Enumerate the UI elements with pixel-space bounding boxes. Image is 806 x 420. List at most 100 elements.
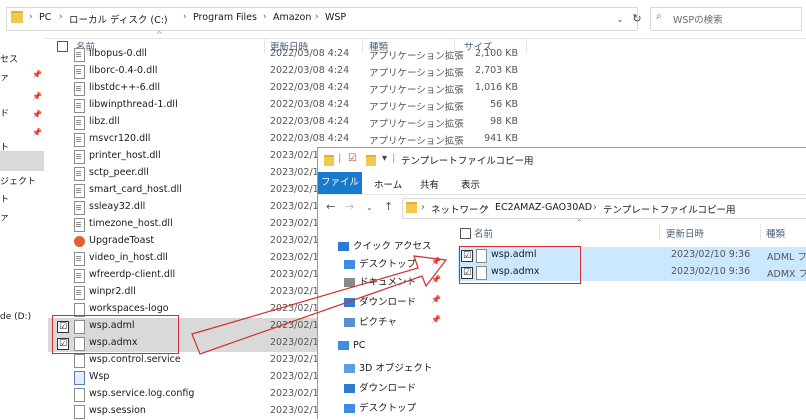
column-type[interactable]: 種類	[766, 226, 785, 240]
file-row[interactable]: wsp.session 2023/02/1(	[48, 403, 338, 420]
breadcrumb-wsp[interactable]: WSP	[325, 12, 346, 23]
dll-file-icon	[74, 184, 85, 198]
file-name: wsp.control.service	[89, 354, 181, 365]
file-name: wsp.service.log.config	[89, 388, 195, 399]
search-input[interactable]: ⌕ WSPの検索	[650, 7, 802, 31]
file-date: 2023/02/1(	[270, 354, 323, 365]
breadcrumb-pc[interactable]: PC	[39, 12, 51, 23]
file-name: libstdc++-6.dll	[89, 82, 160, 93]
breadcrumb-local-disk[interactable]: ローカル ディスク (C:)	[69, 12, 168, 26]
file-row[interactable]: winpr2.dll 2023/02/1(	[48, 284, 338, 301]
quick-access-toolbar-dropdown[interactable]: ▾	[382, 153, 387, 164]
download-icon	[344, 384, 355, 393]
file-row[interactable]: libz.dll 2022/03/08 4:24 アプリケーション拡張 98 KB	[48, 114, 518, 131]
chevron-down-icon[interactable]: ⌄	[613, 12, 627, 28]
file-row[interactable]: sctp_peer.dll 2023/02/1(	[48, 165, 338, 182]
nav-item-label: ダウンロード	[359, 383, 417, 394]
chevron-right-icon: ›	[59, 12, 63, 22]
nav-item[interactable]: ピクチャ	[344, 314, 397, 328]
column-divider[interactable]	[526, 38, 527, 53]
file-date: 2023/02/1(	[270, 167, 323, 178]
file-row[interactable]: wfreerdp-client.dll 2023/02/1(	[48, 267, 338, 284]
breadcrumb-template-folder[interactable]: テンプレートファイルコピー用	[603, 202, 736, 216]
pin-icon: 📌	[431, 257, 441, 266]
column-divider[interactable]	[362, 38, 363, 53]
file-row[interactable]: UpgradeToast 2023/02/1(	[48, 233, 338, 250]
nav-item[interactable]: デスクトップ	[344, 256, 416, 270]
file-date: 2022/03/08 4:24	[270, 99, 350, 110]
nav-item[interactable]: セス	[0, 52, 18, 65]
file-date: 2023/02/1(	[270, 388, 323, 399]
file-date: 2022/03/08 4:24	[270, 82, 350, 93]
address-bar[interactable]: › PC › ローカル ディスク (C:) › Program Files › …	[6, 7, 642, 31]
file-name: wfreerdp-client.dll	[89, 269, 176, 280]
file-row[interactable]: timezone_host.dll 2023/02/1(	[48, 216, 338, 233]
nav-item[interactable]: クイック アクセス	[338, 238, 432, 252]
nav-item[interactable]: ト	[0, 192, 9, 205]
file-row[interactable]: ssleay32.dll 2023/02/1(	[48, 199, 338, 216]
file-row[interactable]: liborc-0.4-0.dll 2022/03/08 4:24 アプリケーション拡…	[48, 63, 518, 80]
file-row[interactable]: smart_card_host.dll 2023/02/1(	[48, 182, 338, 199]
file-row[interactable]: printer_host.dll 2023/02/1(	[48, 148, 338, 165]
properties-icon[interactable]: ☑	[348, 153, 357, 164]
tab-file[interactable]: ファイル	[318, 172, 362, 194]
navigation-pane: セス ァ 📌 ド 📌 📌 📌 ト ジェクト ト ァ de (D:)	[0, 38, 44, 418]
file-row[interactable]: libopus-0.dll 2022/03/08 4:24 アプリケーション拡張 2,…	[48, 46, 518, 63]
file-name: printer_host.dll	[89, 150, 161, 161]
file-row[interactable]: video_in_host.dll 2023/02/1(	[48, 250, 338, 267]
tab-view[interactable]: 表示	[461, 177, 480, 191]
highlight-box	[52, 315, 179, 354]
nav-item[interactable]: ダウンロード	[344, 380, 416, 394]
breadcrumb-amazon[interactable]: Amazon	[273, 12, 311, 23]
column-name[interactable]: 名前	[474, 226, 493, 240]
back-arrow-icon[interactable]: ←	[326, 200, 335, 213]
nav-item[interactable]: ァ	[0, 210, 9, 223]
forward-arrow-icon[interactable]: →	[345, 200, 354, 213]
select-all-checkbox[interactable]	[460, 228, 471, 239]
file-row[interactable]: wsp.service.log.config 2023/02/1(	[48, 386, 338, 403]
nav-item[interactable]: ァ	[0, 70, 9, 83]
file-date: 2023/02/1(	[270, 150, 323, 161]
nav-item[interactable]: PC	[338, 340, 365, 351]
column-date[interactable]: 更新日時	[666, 226, 704, 240]
column-divider[interactable]	[760, 224, 761, 240]
breadcrumb-network[interactable]: ネットワーク	[431, 202, 488, 216]
up-arrow-icon[interactable]: ↑	[384, 200, 393, 213]
nav-item[interactable]: ダウンロード	[344, 294, 416, 308]
tab-home[interactable]: ホーム	[374, 177, 402, 191]
nav-item[interactable]: ジェクト	[0, 174, 36, 187]
file-row[interactable]: libstdc++-6.dll 2022/03/08 4:24 アプリケーション拡張…	[48, 80, 518, 97]
file-name: Wsp	[89, 371, 110, 382]
breadcrumb-host[interactable]: EC2AMAZ-GAO30AD	[495, 202, 592, 213]
file-row[interactable]: libwinpthread-1.dll 2022/03/08 4:24 アプリケーシ…	[48, 97, 518, 114]
address-bar-area: › PC › ローカル ディスク (C:) › Program Files › …	[0, 0, 806, 39]
breadcrumb-program-files[interactable]: Program Files	[193, 12, 257, 23]
chevron-right-icon: ›	[315, 12, 319, 22]
file-size: 1,016 KB	[475, 82, 518, 93]
nav-item-drive-d[interactable]: de (D:)	[0, 312, 31, 322]
pin-icon: 📌	[431, 295, 441, 304]
nav-item[interactable]: ト	[0, 140, 9, 153]
file-date: 2022/03/08 4:24	[270, 65, 350, 76]
file-name: winpr2.dll	[89, 286, 136, 297]
new-folder-icon[interactable]	[366, 155, 376, 166]
tab-share[interactable]: 共有	[420, 177, 439, 191]
file-name: libwinpthread-1.dll	[89, 99, 178, 110]
nav-item[interactable]: ドキュメント	[344, 274, 416, 288]
column-divider[interactable]	[659, 224, 660, 240]
nav-item[interactable]: デスクトップ	[344, 400, 416, 414]
nav-item[interactable]: ド	[0, 106, 9, 119]
file-date: 2023/02/1(	[270, 252, 323, 263]
file-name: wsp.session	[89, 405, 146, 416]
file-row[interactable]: wsp.control.service 2023/02/1(	[48, 352, 338, 369]
address-bar[interactable]: › ネットワーク › EC2AMAZ-GAO30AD › テンプレートファイルコ…	[402, 198, 806, 219]
nav-item[interactable]: 3D オブジェクト	[344, 360, 432, 374]
file-date: 2022/03/08 4:24	[270, 48, 350, 59]
file-row[interactable]: msvcr120.dll 2022/03/08 4:24 アプリケーション拡張 941…	[48, 131, 518, 148]
chevron-down-icon[interactable]: ⌄	[366, 203, 373, 212]
file-name: libopus-0.dll	[89, 48, 147, 59]
title-bar: | ☑ ▾ | テンプレートファイルコピー用	[318, 148, 806, 172]
refresh-icon[interactable]: ↻	[629, 12, 645, 28]
file-date: 2023/02/1(	[270, 269, 323, 280]
file-row[interactable]: Wsp 2023/02/1(	[48, 369, 338, 386]
